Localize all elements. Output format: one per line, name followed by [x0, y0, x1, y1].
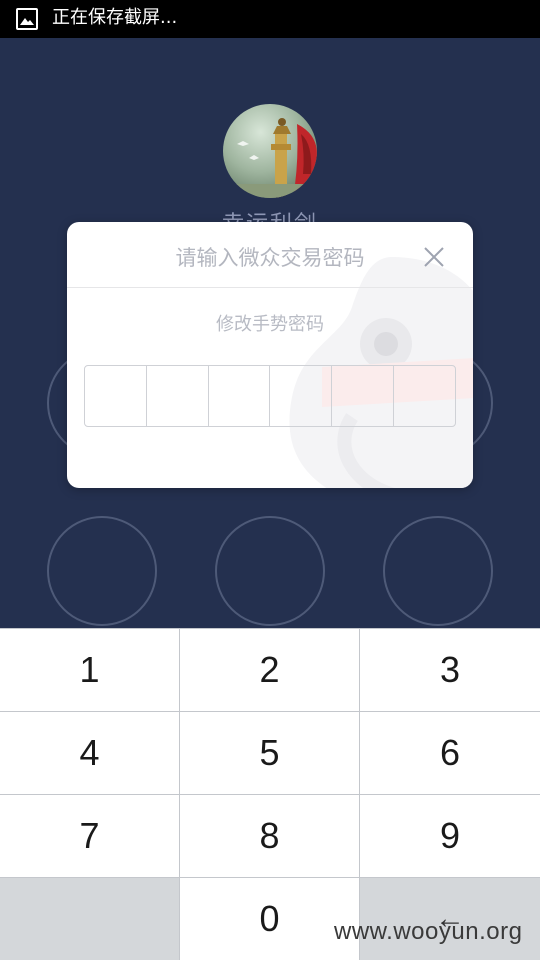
key-7[interactable]: 7: [0, 795, 179, 877]
pin-input[interactable]: [84, 365, 456, 427]
key-6[interactable]: 6: [360, 712, 540, 794]
avatar-monument-icon: [223, 104, 317, 198]
pin-cell[interactable]: [332, 366, 395, 426]
key-2[interactable]: 2: [180, 629, 359, 711]
pin-cell[interactable]: [270, 366, 333, 426]
screenshot-image-icon: [16, 8, 38, 30]
status-bar: 正在保存截屏...: [0, 0, 540, 38]
gesture-dot[interactable]: [215, 516, 325, 626]
site-watermark: www.wooyun.org: [334, 918, 523, 945]
password-dialog: 请输入微众交易密码 修改手势密码: [67, 222, 473, 488]
avatar: [223, 104, 317, 198]
pin-cell[interactable]: [85, 366, 147, 426]
key-1[interactable]: 1: [0, 629, 179, 711]
pin-cell[interactable]: [147, 366, 209, 426]
status-text: 正在保存截屏...: [52, 7, 178, 28]
key-0[interactable]: 0: [180, 878, 359, 960]
close-icon[interactable]: [423, 246, 445, 268]
gesture-dot[interactable]: [383, 516, 493, 626]
pin-cell[interactable]: [209, 366, 271, 426]
numeric-keypad: 1 2 3 4 5 6 7 8 9 0 ←: [0, 628, 540, 960]
key-8[interactable]: 8: [180, 795, 359, 877]
key-5[interactable]: 5: [180, 712, 359, 794]
screen: 正在保存截屏... 幸运利剑: [0, 0, 540, 960]
key-blank: [0, 878, 179, 960]
key-3[interactable]: 3: [360, 629, 540, 711]
key-9[interactable]: 9: [360, 795, 540, 877]
key-4[interactable]: 4: [0, 712, 179, 794]
dialog-title: 请输入微众交易密码: [175, 246, 365, 270]
dialog-subtitle-link[interactable]: 修改手势密码: [67, 310, 473, 336]
dialog-divider: [67, 287, 473, 288]
gesture-dot[interactable]: [47, 516, 157, 626]
pin-cell[interactable]: [394, 366, 455, 426]
